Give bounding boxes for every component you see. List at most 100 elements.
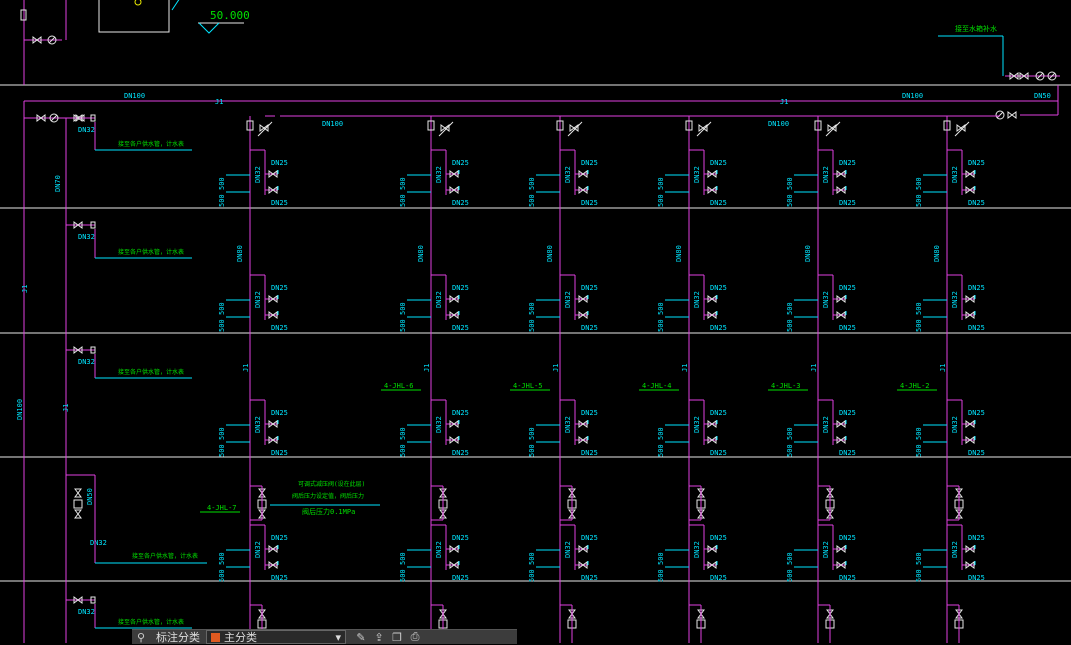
branch-size-label: DN25: [839, 574, 856, 582]
riser-tag: 4-JHL-5: [513, 382, 543, 390]
riser-tag: 4-JHL-7: [207, 504, 237, 512]
share-icon[interactable]: ⇪: [370, 630, 388, 644]
branch-size-label: DN32: [254, 291, 262, 308]
dimension-label: 500: [657, 552, 665, 565]
dimension-label: 500: [786, 444, 794, 457]
riser-j1-label: J1: [423, 364, 431, 372]
branch-size-label: DN32: [254, 541, 262, 558]
dimension-label: 500: [786, 177, 794, 190]
dimension-label: 500: [786, 194, 794, 207]
main-vertical-label: J1: [21, 285, 29, 293]
dimension-label: 500: [657, 444, 665, 457]
float-valve-icon: [134, 0, 142, 6]
distribution-size-label: DN100: [322, 120, 343, 128]
branch-size-label: DN32: [564, 416, 572, 433]
branch-size-label: DN32: [254, 166, 262, 183]
dimension-label: 500: [915, 444, 923, 457]
floor-branch-size: DN50: [86, 488, 94, 505]
dimension-label: 500: [915, 569, 923, 582]
dimension-label: 500: [915, 427, 923, 440]
riser-tag: 4-JHL-2: [900, 382, 930, 390]
branch-size-label: DN25: [271, 449, 288, 457]
dimension-label: 500: [915, 302, 923, 315]
branch-size-label: DN32: [951, 291, 959, 308]
main-size-label: DN50: [1034, 92, 1051, 100]
dimension-label: 500: [399, 444, 407, 457]
gate-valve-icon: [74, 509, 82, 519]
dimension-label: 500: [528, 569, 536, 582]
chevron-down-icon: ▾: [335, 630, 341, 644]
riser-size-label: DN80: [804, 245, 812, 262]
floor-branch-size: DN32: [78, 126, 95, 134]
dimension-label: 500: [399, 319, 407, 332]
layer-color-swatch: [211, 632, 220, 642]
dimension-label: 500: [399, 194, 407, 207]
floor-branch-note: 接至各户供水管，计水表: [118, 618, 184, 626]
dimension-label: 500: [915, 194, 923, 207]
branch-size-label: DN25: [452, 159, 469, 167]
gate-valve-icon: [74, 488, 82, 498]
riser-size-label: DN80: [546, 245, 554, 262]
riser-size-label: DN80: [236, 245, 244, 262]
riser-j1-label: J1: [939, 364, 947, 372]
main-j1-label: J1: [215, 98, 223, 106]
pressure-note: 阀后压力0.1MPa: [302, 507, 355, 516]
branch-size-label: DN25: [271, 284, 288, 292]
branch-size-label: DN32: [822, 166, 830, 183]
branch-size-label: DN32: [693, 291, 701, 308]
branch-size-label: DN25: [968, 284, 985, 292]
dimension-label: 500: [915, 177, 923, 190]
meter-icon: [73, 499, 83, 509]
layer-manager-icon[interactable]: ⚲: [132, 630, 150, 644]
copy-icon[interactable]: ❐: [388, 630, 406, 644]
branch-size-label: DN32: [564, 291, 572, 308]
dimension-label: 500: [399, 427, 407, 440]
water-tank: [98, 0, 170, 33]
print-icon[interactable]: ⎙: [406, 630, 424, 644]
branch-size-label: DN32: [693, 541, 701, 558]
branch-size-label: DN25: [452, 284, 469, 292]
dimension-label: 500: [218, 194, 226, 207]
dimension-label: 500: [528, 427, 536, 440]
branch-size-label: DN25: [452, 449, 469, 457]
dimension-label: 500: [915, 552, 923, 565]
dimension-label: 500: [528, 194, 536, 207]
layer-select[interactable]: 主分类 ▾: [206, 630, 346, 644]
branch-size-label: DN25: [452, 324, 469, 332]
dimension-label: 500: [218, 319, 226, 332]
leader-line: [171, 0, 180, 11]
dimension-label: 500: [657, 569, 665, 582]
dimension-label: 500: [657, 427, 665, 440]
branch-size-label: DN32: [564, 166, 572, 183]
branch-size-label: DN32: [693, 416, 701, 433]
dimension-label: 500: [399, 569, 407, 582]
branch-size-label: DN32: [822, 541, 830, 558]
branch-size-label: DN25: [581, 449, 598, 457]
branch-size-label: DN25: [839, 449, 856, 457]
branch-size-label: DN25: [968, 449, 985, 457]
dimension-label: 500: [218, 569, 226, 582]
branch-size-label: DN32: [435, 166, 443, 183]
dimension-label: 500: [528, 302, 536, 315]
edit-icon[interactable]: ✎: [352, 630, 370, 644]
branch-size-label: DN25: [968, 159, 985, 167]
dimension-label: 500: [528, 444, 536, 457]
dimension-label: 500: [399, 177, 407, 190]
branch-size-label: DN25: [839, 284, 856, 292]
branch-size-label: DN32: [822, 291, 830, 308]
main-size-label: DN100: [902, 92, 923, 100]
secondary-j1-label: J1: [62, 404, 70, 412]
dimension-label: 500: [657, 177, 665, 190]
branch-size-label: DN32: [435, 416, 443, 433]
dimension-label: 500: [657, 319, 665, 332]
riser-tag: 4-JHL-6: [384, 382, 414, 390]
dimension-label: 500: [399, 302, 407, 315]
branch-size-label: DN25: [452, 534, 469, 542]
branch-size-label: DN25: [710, 409, 727, 417]
dimension-label: 500: [218, 302, 226, 315]
branch-size-label: DN25: [581, 409, 598, 417]
elevation-label: 50.000: [210, 9, 250, 22]
branch-size-label: DN25: [710, 574, 727, 582]
riser-size-label: DN80: [675, 245, 683, 262]
branch-size-label: DN25: [271, 409, 288, 417]
